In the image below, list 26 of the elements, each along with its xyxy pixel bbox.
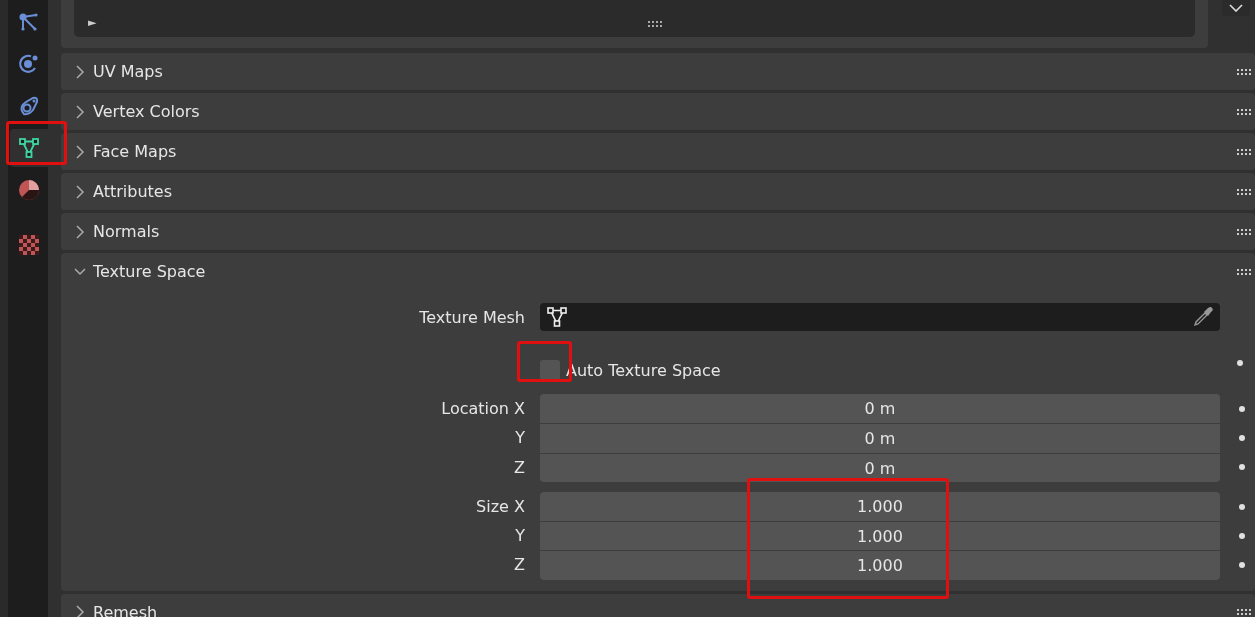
number-field[interactable]: 1.000 xyxy=(540,491,1220,522)
field-label: Z xyxy=(514,456,525,479)
number-field[interactable]: 0 m xyxy=(540,394,1220,424)
expand-toggle[interactable]: ► xyxy=(88,16,97,29)
panel-title: Attributes xyxy=(93,182,173,201)
panel-title: Face Maps xyxy=(93,142,178,161)
number-field[interactable]: 0 m xyxy=(540,452,1220,482)
field-label: Y xyxy=(515,427,525,450)
panel-title: UV Maps xyxy=(93,62,164,81)
field-label: Texture Mesh xyxy=(419,307,525,327)
panel-header[interactable]: Texture Space xyxy=(61,253,1255,290)
panel-header[interactable]: Attributes xyxy=(61,173,1255,210)
field-label: Z xyxy=(514,554,525,577)
field-label: Location X xyxy=(441,398,525,420)
panel-header[interactable]: Vertex Colors xyxy=(61,93,1255,130)
number-field[interactable]: 1.000 xyxy=(540,550,1220,580)
field-label: Y xyxy=(515,525,525,548)
panel-title: Vertex Colors xyxy=(93,102,201,121)
number-field[interactable]: 0 m xyxy=(540,423,1220,453)
number-field[interactable]: 1.000 xyxy=(540,521,1220,551)
panel-title: Texture Space xyxy=(93,262,207,281)
panel-header[interactable]: UV Maps xyxy=(61,53,1255,90)
panel-header[interactable]: Face Maps xyxy=(61,133,1255,170)
field-label: Size X xyxy=(476,495,525,518)
panel-header[interactable]: Normals xyxy=(61,213,1255,250)
panel-title: Normals xyxy=(93,222,161,241)
